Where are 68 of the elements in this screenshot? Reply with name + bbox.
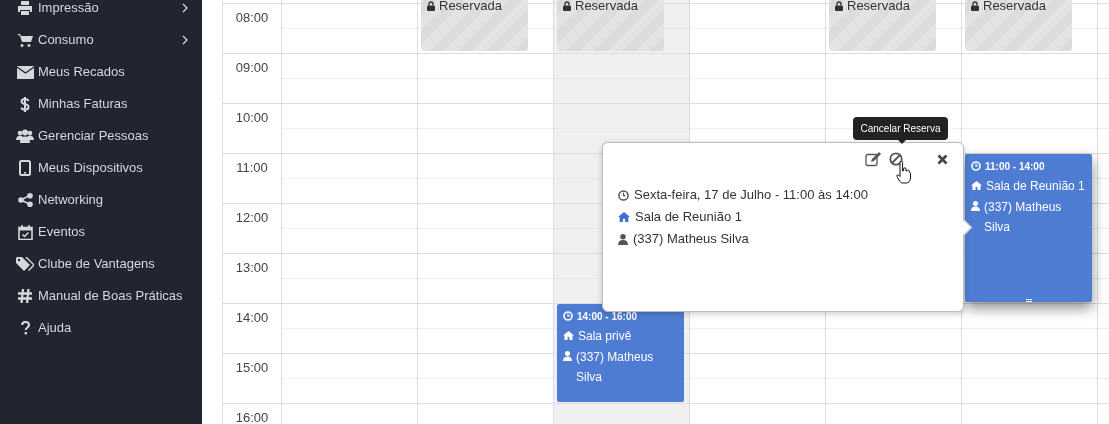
share-icon: [17, 193, 33, 207]
time-label: 13:00: [235, 260, 269, 277]
hashtag-icon: [18, 289, 32, 303]
hand-cursor-icon: [896, 161, 911, 186]
event-time: 11:00 - 14:00: [985, 159, 1045, 174]
tooltip: Cancelar Reserva: [853, 117, 948, 140]
event-person: (337) Matheus Silva: [984, 199, 1063, 236]
popover-datetime: Sexta-feira, 17 de Julho - 11:00 às 14:00: [634, 186, 868, 205]
resize-handle[interactable]: [1025, 299, 1032, 302]
tags-icon: [16, 256, 34, 272]
time-label: 16:00: [235, 410, 269, 424]
sidebar-item[interactable]: Manual de Boas Práticas: [0, 280, 202, 312]
sidebar-item[interactable]: Gerenciar Pessoas: [0, 120, 202, 152]
reserved-label: Reservada: [983, 0, 1046, 12]
time-label: 12:00: [235, 210, 269, 227]
time-label: 10:00: [235, 110, 269, 127]
lock-icon: [835, 1, 843, 11]
sidebar-item[interactable]: Networking: [0, 184, 202, 216]
sidebar-item[interactable]: Clube de Vantagens: [0, 248, 202, 280]
sidebar-item[interactable]: Eventos: [0, 216, 202, 248]
event-person: (337) Matheus Silva: [576, 349, 655, 386]
sidebar-item[interactable]: Meus Recados: [0, 56, 202, 88]
sidebar-item[interactable]: Meus Dispositivos: [0, 152, 202, 184]
time-label: 15:00: [235, 360, 269, 377]
people-icon: [16, 129, 34, 143]
home-icon: [618, 212, 630, 222]
close-icon[interactable]: [937, 153, 948, 165]
user-icon: [563, 351, 572, 361]
clock-icon: [618, 189, 629, 201]
cancel-icon[interactable]: [889, 152, 903, 166]
cart-icon: [17, 33, 33, 47]
envelope-icon: [16, 65, 34, 79]
lock-icon: [971, 1, 979, 11]
event-room: Sala de Reunião 1: [986, 177, 1085, 195]
chevron-right-icon: [182, 3, 188, 13]
user-icon: [971, 201, 980, 211]
clock-icon: [971, 161, 981, 171]
time-label: 11:00: [236, 160, 268, 177]
lock-icon: [563, 1, 571, 11]
printer-icon: [17, 1, 33, 15]
home-icon: [563, 331, 574, 340]
calendar-check-icon: [17, 224, 33, 240]
sidebar-item[interactable]: Minhas Faturas: [0, 88, 202, 120]
event-card[interactable]: 11:00 - 14:00 Sala de Reunião 1 (337) Matheus Silva: [965, 154, 1092, 302]
reserved-label: Reservada: [847, 0, 910, 12]
sidebar-item[interactable]: Consumo: [0, 24, 202, 56]
reserved-label: Reservada: [439, 0, 502, 12]
dollar-icon: [20, 96, 30, 112]
event-time: 14:00 - 16:00: [577, 309, 638, 324]
event-card[interactable]: 14:00 - 16:00 Sala privê (337) Matheus Silva: [557, 304, 684, 402]
time-label: 08:00: [235, 10, 269, 27]
tooltip-arrow: [897, 139, 907, 144]
clock-icon: [563, 311, 573, 321]
time-label: 14:00: [235, 310, 269, 327]
chevron-right-icon: [182, 35, 188, 45]
question-icon: [20, 321, 30, 335]
sidebar-item[interactable]: Impressão: [0, 0, 202, 24]
time-label: 09:00: [235, 60, 269, 77]
popover-person: (337) Matheus Silva: [633, 230, 749, 249]
edit-icon[interactable]: [865, 151, 881, 167]
tablet-icon: [19, 160, 31, 176]
home-icon: [971, 181, 982, 190]
event-room: Sala privê: [578, 327, 632, 345]
user-icon: [618, 233, 628, 245]
sidebar-item[interactable]: Ajuda: [0, 312, 202, 344]
reserved-label: Reservada: [575, 0, 638, 12]
popover-room: Sala de Reunião 1: [635, 208, 742, 227]
lock-icon: [427, 1, 435, 11]
